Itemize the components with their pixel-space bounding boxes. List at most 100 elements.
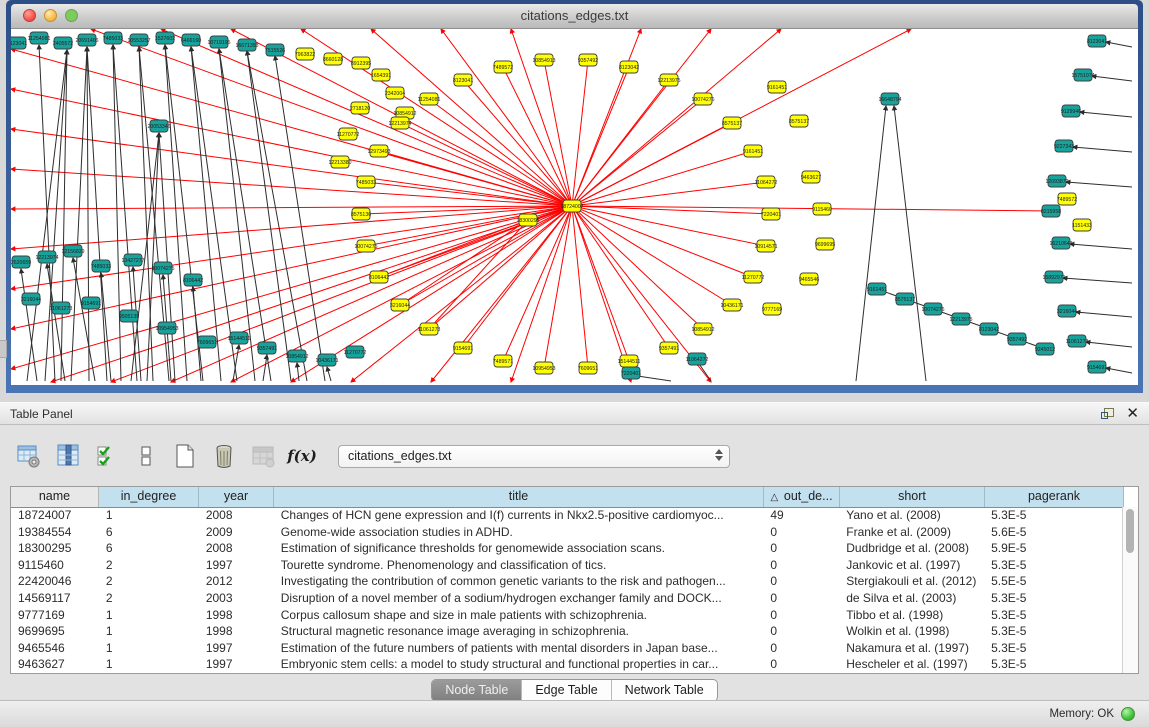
- graph-node[interactable]: 2718120: [350, 102, 370, 114]
- graph-edge[interactable]: [11, 129, 572, 206]
- graph-node[interactable]: 12213975: [657, 74, 680, 86]
- graph-edge[interactable]: [11, 206, 572, 369]
- graph-node[interactable]: 12213975: [949, 313, 972, 325]
- graph-node[interactable]: 8660128: [323, 53, 343, 65]
- graph-edge[interactable]: [71, 47, 87, 381]
- graph-node[interactable]: 20053346: [147, 120, 170, 132]
- graph-edge[interactable]: [147, 133, 159, 381]
- graph-node[interactable]: 8106442: [183, 274, 203, 286]
- graph-node[interactable]: 7515526: [265, 44, 285, 56]
- graph-node[interactable]: 11061273: [418, 323, 441, 335]
- graph-node[interactable]: 7609651: [197, 336, 217, 348]
- graph-node[interactable]: 1151433: [1072, 219, 1092, 231]
- graph-edge[interactable]: [191, 47, 237, 381]
- graph-node[interactable]: 20691406: [75, 34, 98, 46]
- graph-node[interactable]: 9154691: [81, 297, 101, 309]
- graph-node[interactable]: 3216044: [21, 293, 41, 305]
- table-row[interactable]: 969969511998Structural magnetic resonanc…: [11, 623, 1123, 640]
- table-row[interactable]: 977716911998Corpus callosum shape and si…: [11, 607, 1123, 624]
- graph-node[interactable]: 10553257: [127, 34, 150, 46]
- graph-node[interactable]: 7489572: [493, 61, 513, 73]
- graph-node[interactable]: 11064272: [686, 353, 709, 365]
- column-header-out_de[interactable]: △ out_de...: [764, 487, 840, 507]
- graph-edge[interactable]: [429, 99, 572, 206]
- graph-edge[interactable]: [231, 206, 572, 382]
- graph-node[interactable]: 7609651: [578, 362, 598, 374]
- graph-node[interactable]: 10436171: [720, 299, 743, 311]
- graph-node[interactable]: 9357492: [1007, 333, 1027, 345]
- graph-node[interactable]: 8575137: [895, 293, 915, 305]
- table-settings-icon[interactable]: [16, 443, 42, 469]
- tab-network-table[interactable]: Network Table: [611, 680, 717, 701]
- graph-edge[interactable]: [572, 80, 669, 206]
- graph-edge[interactable]: [1092, 76, 1132, 81]
- window-titlebar[interactable]: citations_edges.txt: [11, 4, 1138, 29]
- function-builder-icon[interactable]: f(x): [289, 443, 315, 469]
- graph-edge[interactable]: [572, 206, 669, 348]
- clear-selection-icon[interactable]: [133, 443, 159, 469]
- graph-node[interactable]: 10719195: [207, 36, 230, 48]
- graph-node[interactable]: 11064272: [755, 176, 778, 188]
- table-row[interactable]: 911546021997Tourette syndrome. Phenomeno…: [11, 557, 1123, 574]
- graph-edge[interactable]: [327, 367, 331, 381]
- graph-node[interactable]: 2342004: [385, 87, 405, 99]
- graph-node[interactable]: 10074275: [354, 240, 377, 252]
- graph-node[interactable]: 12213974: [388, 117, 411, 129]
- graph-node[interactable]: 11254081: [418, 93, 441, 105]
- tab-node-table[interactable]: Node Table: [432, 680, 521, 701]
- graph-node[interactable]: 7485033: [91, 260, 111, 272]
- graph-edge[interactable]: [894, 106, 926, 381]
- graph-node[interactable]: 10854912: [691, 323, 714, 335]
- scrollbar-thumb[interactable]: [1126, 509, 1134, 553]
- graph-edge[interactable]: [856, 106, 886, 381]
- graph-node[interactable]: 18724007: [560, 200, 583, 212]
- graph-node[interactable]: 10074275: [151, 262, 174, 274]
- graph-node[interactable]: 7963822: [295, 48, 315, 60]
- graph-node[interactable]: 7489572: [1057, 193, 1077, 205]
- graph-node[interactable]: 9505139: [119, 310, 139, 322]
- graph-node[interactable]: 10854912: [285, 350, 308, 362]
- graph-edge[interactable]: [247, 51, 307, 381]
- graph-edge[interactable]: [73, 258, 95, 381]
- graph-node[interactable]: 8123042: [979, 323, 999, 335]
- column-header-name[interactable]: name: [11, 487, 99, 507]
- graph-node[interactable]: 10436171: [315, 354, 338, 366]
- graph-node[interactable]: 8575137: [722, 117, 742, 129]
- graph-edge[interactable]: [1070, 244, 1132, 249]
- column-header-year[interactable]: year: [199, 487, 274, 507]
- graph-edge[interactable]: [544, 206, 572, 368]
- graph-node[interactable]: 11254081: [28, 32, 51, 44]
- graph-edge[interactable]: [366, 206, 572, 246]
- graph-edge[interactable]: [1063, 278, 1132, 283]
- graph-node[interactable]: 9357491: [257, 342, 277, 354]
- graph-node[interactable]: 10074276: [921, 303, 944, 315]
- graph-edge[interactable]: [87, 47, 89, 381]
- graph-node[interactable]: 7220401: [761, 208, 781, 220]
- graph-edge[interactable]: [1073, 147, 1132, 152]
- graph-node[interactable]: 9463627: [801, 171, 821, 183]
- graph-node[interactable]: 9227343: [1054, 140, 1074, 152]
- graph-node[interactable]: 12156829: [61, 245, 84, 257]
- graph-node[interactable]: 9154691: [453, 342, 473, 354]
- graph-node[interactable]: 8123041: [453, 74, 473, 86]
- graph-node[interactable]: 11061273: [50, 302, 73, 314]
- new-table-icon[interactable]: [172, 443, 198, 469]
- graph-edge[interactable]: [572, 99, 703, 206]
- graph-node[interactable]: 15892971: [1042, 271, 1065, 283]
- graph-edge[interactable]: [1076, 312, 1132, 317]
- graph-node[interactable]: 16210643: [1049, 237, 1072, 249]
- graph-node[interactable]: 3216044: [390, 299, 410, 311]
- graph-node[interactable]: 12973493: [367, 145, 390, 157]
- graph-node[interactable]: 8123042: [619, 61, 639, 73]
- tab-edge-table[interactable]: Edge Table: [521, 680, 610, 701]
- graph-node[interactable]: 9357492: [578, 54, 598, 66]
- graph-node[interactable]: 3216044: [1057, 305, 1077, 317]
- graph-node[interactable]: 9161451: [767, 81, 787, 93]
- graph-edge[interactable]: [275, 56, 325, 381]
- table-row[interactable]: 1830029562008Estimation of significance …: [11, 540, 1123, 557]
- table-selector-dropdown[interactable]: citations_edges.txt: [338, 445, 730, 468]
- graph-node[interactable]: 6466160: [181, 34, 201, 46]
- graph-node[interactable]: 8215958: [1041, 205, 1061, 217]
- graph-edge[interactable]: [1066, 182, 1132, 187]
- network-canvas[interactable]: 8123041112540812405572206914067485033105…: [11, 29, 1138, 385]
